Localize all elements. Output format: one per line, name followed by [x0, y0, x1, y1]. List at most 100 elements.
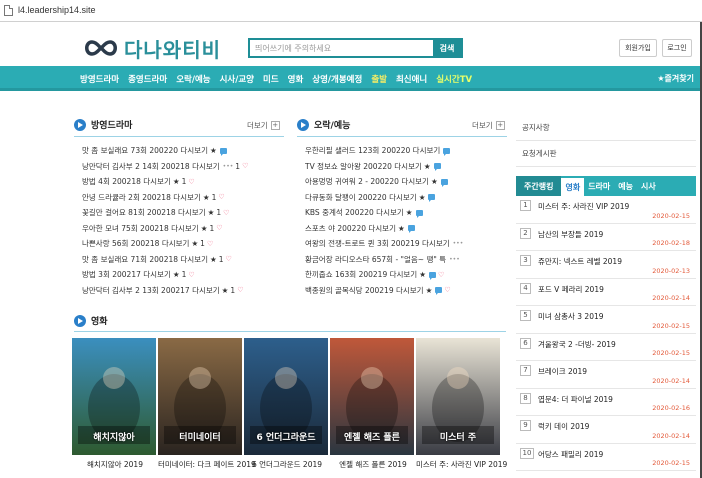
poster-caption[interactable]: 해치지않아 2019 [72, 459, 158, 470]
star-icon: ★ [202, 192, 210, 202]
star-icon: ★ [423, 161, 431, 171]
more-dots-icon: ••• [452, 240, 464, 248]
nav-item-drama[interactable]: 방영드라마 [80, 73, 119, 85]
nav-item-anime[interactable]: 최신애니 [396, 73, 427, 85]
poster-image[interactable]: 엔젤 해즈 폴른 [330, 338, 414, 455]
count-badge: 1 [230, 285, 236, 295]
nav-item-variety[interactable]: 오락/예능 [176, 73, 210, 85]
list-item[interactable]: 황금어장 라디오스타 657회 - "얼음~ 땡" 특 ••• [305, 252, 505, 268]
ranking-item[interactable]: 5 미녀 삼총사 3 2019 2020-02-15 [516, 306, 696, 334]
browser-address-bar[interactable]: l4.leadership14.site [0, 0, 702, 22]
list-item[interactable]: 스포츠 야 200220 다시보기 ★ [305, 221, 505, 237]
ranking-item[interactable]: 3 쥬만지: 넥스트 레벨 2019 2020-02-13 [516, 251, 696, 279]
request-board-link[interactable]: 요청게시판 [516, 141, 696, 167]
comment-icon [443, 147, 451, 156]
drama-more-link[interactable]: 더보기 + [247, 120, 280, 131]
list-item[interactable]: 나쁜사랑 56회 200218 다시보기 ★ 1 ♡ [82, 236, 282, 252]
movie-poster[interactable]: 미스터 주미스터 주: 사라진 VIP 2019 [416, 338, 507, 470]
ranking-item[interactable]: 6 겨울왕국 2 -더빙- 2019 2020-02-15 [516, 334, 696, 361]
nav-item-ended-drama[interactable]: 종영드라마 [128, 73, 167, 85]
poster-image[interactable]: 6 언더그라운드 [244, 338, 328, 455]
movie-section-title[interactable]: 영화 [74, 314, 108, 327]
list-item[interactable]: 방법 4회 200218 다시보기 ★ 1 ♡ [82, 174, 282, 190]
ranking-item[interactable]: 2 남산의 부장들 2019 2020-02-18 [516, 224, 696, 251]
movie-poster[interactable]: 엔젤 해즈 폴른엔젤 해즈 폴른 2019 [330, 338, 416, 470]
star-icon: ★ [172, 177, 180, 187]
nav-item-start[interactable]: 출발 [371, 73, 387, 85]
poster-image[interactable]: 터미네이터 [158, 338, 242, 455]
count-badge: 1 [218, 254, 224, 264]
list-item[interactable]: 우한리필 샐러드 123회 200220 다시보기 [305, 143, 505, 159]
heart-icon: ♡ [237, 286, 244, 295]
list-item[interactable]: 낭만닥터 김사부 2 13회 200217 다시보기 ★ 1 ♡ [82, 283, 282, 299]
search-input[interactable] [250, 40, 435, 56]
tab-movie[interactable]: 영화 [561, 176, 585, 196]
ranking-item[interactable]: 7 브레이크 2019 2020-02-14 [516, 361, 696, 389]
tab-variety[interactable]: 예능 [614, 176, 637, 196]
heart-icon: ♡ [223, 208, 230, 217]
list-item[interactable]: 다큐동화 달팽이 200220 다시보기 ★ [305, 190, 505, 206]
variety-section-title[interactable]: 오락/예능 [297, 118, 350, 131]
list-item[interactable]: 맛 좀 보실래요 73회 200220 다시보기 ★ [82, 143, 282, 159]
drama-section-title[interactable]: 방영드라마 [74, 118, 132, 131]
movie-poster[interactable]: 6 언더그라운드 6 언더그라운드 2019 [244, 338, 330, 470]
list-item[interactable]: 여왕의 전쟁-트로트 퀸 3회 200219 다시보기 ••• [305, 236, 505, 252]
drama-title-text: 방영드라마 [91, 121, 133, 131]
rank-number: 4 [520, 282, 531, 294]
ranking-item[interactable]: 9 럭키 데이 2019 2020-02-14 [516, 416, 696, 444]
list-item-title: 스포츠 야 200220 다시보기 [305, 223, 396, 233]
list-item[interactable]: 백종원의 골목식당 200219 다시보기 ★ ♡ [305, 283, 505, 299]
comment-icon [415, 209, 423, 218]
list-item[interactable]: 한끼줍쇼 163회 200219 다시보기 ★ ♡ [305, 267, 505, 283]
notice-link[interactable]: 공지사항 [516, 115, 696, 141]
list-item[interactable]: 우아한 모녀 75회 200218 다시보기 ★ 1 ♡ [82, 221, 282, 237]
list-item[interactable]: 낭만닥터 김사부 2 14회 200218 다시보기 ••• 1 ♡ [82, 159, 282, 175]
nav-item-upcoming[interactable]: 상영/개봉예정 [312, 73, 362, 85]
ranking-item[interactable]: 1 미스터 주: 사라진 VIP 2019 2020-02-15 [516, 196, 696, 224]
star-icon: ★ [419, 270, 426, 280]
nav-item-current-affairs[interactable]: 시사/교양 [220, 73, 254, 85]
divider [74, 136, 284, 137]
plus-icon: + [270, 121, 280, 130]
nav-item-movie[interactable]: 영화 [288, 73, 304, 85]
nav-item-us-drama[interactable]: 미드 [263, 73, 279, 85]
list-item-title: 다큐동화 달팽이 200220 다시보기 [305, 192, 417, 202]
poster-image[interactable]: 미스터 주 [416, 338, 500, 455]
search-button[interactable]: 검색 [433, 40, 461, 56]
list-item-title: 낭만닥터 김사부 2 14회 200218 다시보기 [82, 161, 220, 171]
poster-caption[interactable]: 6 언더그라운드 2019 [244, 459, 330, 470]
ranking-item[interactable]: 8 엽문4: 더 파이널 2019 2020-02-16 [516, 389, 696, 416]
list-item[interactable]: 방법 3회 200217 다시보기 ★ 1 ♡ [82, 267, 282, 283]
tab-drama[interactable]: 드라마 [584, 176, 614, 196]
list-item[interactable]: 안녕 드라큘라 2회 200218 다시보기 ★ 1 ♡ [82, 190, 282, 206]
poster-caption[interactable]: 미스터 주: 사라진 VIP 2019 [416, 459, 507, 470]
site-logo[interactable]: 다나와티비 [82, 36, 221, 62]
rank-title: 쥬만지: 넥스트 레벨 2019 [538, 257, 622, 266]
favorite-button[interactable]: ★즐겨찾기 [657, 73, 694, 84]
login-button[interactable]: 로그인 [662, 39, 692, 57]
comment-icon [407, 225, 415, 234]
poster-image[interactable]: 해치지않아 [72, 338, 156, 455]
heart-icon: ♡ [225, 255, 232, 264]
list-item[interactable]: KBS 중계석 200220 다시보기 ★ [305, 205, 505, 221]
play-circle-icon [74, 118, 86, 131]
list-item[interactable]: TV 정보쇼 알아왕 200220 다시보기 ★ [305, 159, 505, 175]
list-item[interactable]: 맛 좀 보실래요 71회 200218 다시보기 ★ 1 ♡ [82, 252, 282, 268]
poster-caption[interactable]: 터미네이터: 다크 페이트 2019 [158, 459, 256, 470]
tab-current-affairs[interactable]: 시사 [637, 176, 660, 196]
ranking-item[interactable]: 10 어당스 패밀리 2019 2020-02-15 [516, 444, 696, 471]
rank-title: 겨울왕국 2 -더빙- 2019 [538, 339, 616, 349]
list-item[interactable]: 아용멍멍 귀여워 2 - 200220 다시보기 ★ [305, 174, 505, 190]
movie-poster[interactable]: 터미네이터터미네이터: 다크 페이트 2019 [158, 338, 256, 470]
nav-item-live-tv[interactable]: 실시간TV [436, 73, 472, 85]
main-nav: 방영드라마 종영드라마 오락/예능 시사/교양 미드 영화 상영/개봉예정 출발… [0, 66, 702, 91]
join-button[interactable]: 회원가입 [619, 39, 657, 57]
list-item[interactable]: 꽃길만 걸어요 81회 200218 다시보기 ★ 1 ♡ [82, 205, 282, 221]
ranking-item[interactable]: 4 포드 V 페라리 2019 2020-02-14 [516, 279, 696, 306]
poster-caption[interactable]: 엔젤 해즈 폴른 2019 [330, 459, 416, 470]
movie-poster[interactable]: 해치지않아해치지않아 2019 [72, 338, 158, 470]
tab-weekly-ranking[interactable]: 주간랭킹 [516, 176, 562, 196]
rank-number: 7 [520, 365, 531, 376]
url-text[interactable]: l4.leadership14.site [18, 5, 96, 15]
variety-more-link[interactable]: 더보기 + [472, 120, 505, 131]
